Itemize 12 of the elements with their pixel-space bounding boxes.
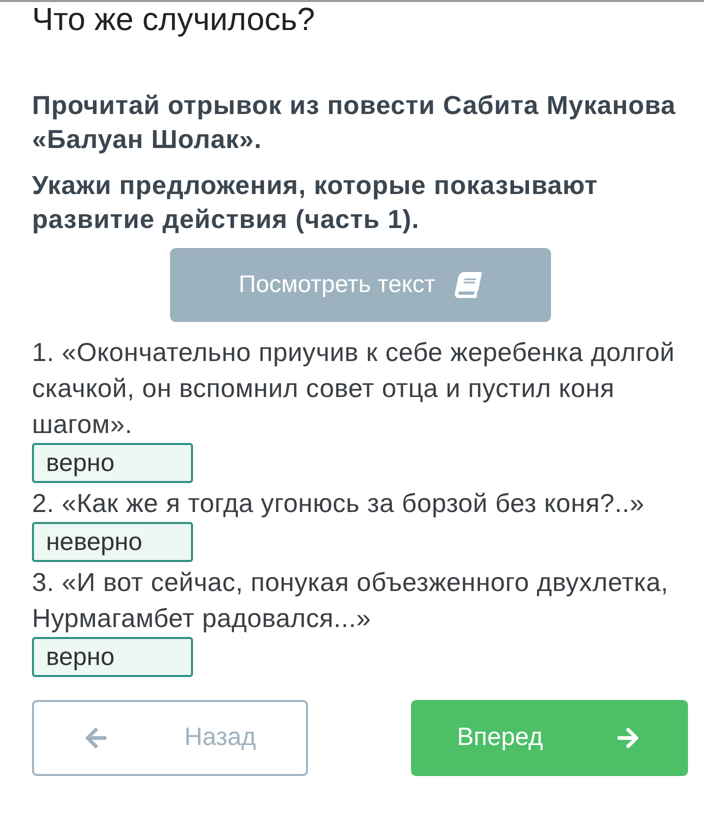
book-icon (452, 272, 484, 298)
arrow-left-icon (84, 726, 108, 750)
answer-field[interactable]: верно (32, 443, 193, 483)
answer-field[interactable]: неверно (32, 522, 193, 562)
instruction-text: Укажи предложения, которые показывают развитие действия (часть 1). (32, 169, 599, 236)
statement-text: 3. «И вот сейчас, понукая объезженного двухлетка, Нурмагамбет радовался...» (32, 566, 670, 635)
arrow-right-icon (616, 726, 640, 750)
instruction-text: Прочитай отрывок из повести Сабита Муканова «Балуан Шолак». (32, 89, 677, 156)
question-title: Что же случилось? (32, 2, 315, 36)
statement-text: 1. «Окончательно приучив к себе жеребенка долгой скачкой, он вспомнил совет отца и пустил коня шагом». (32, 336, 676, 441)
statement-text: 2. «Как же я тогда угонюсь за борзой без коня?..» (32, 487, 644, 520)
answer-field[interactable]: верно (32, 637, 193, 677)
